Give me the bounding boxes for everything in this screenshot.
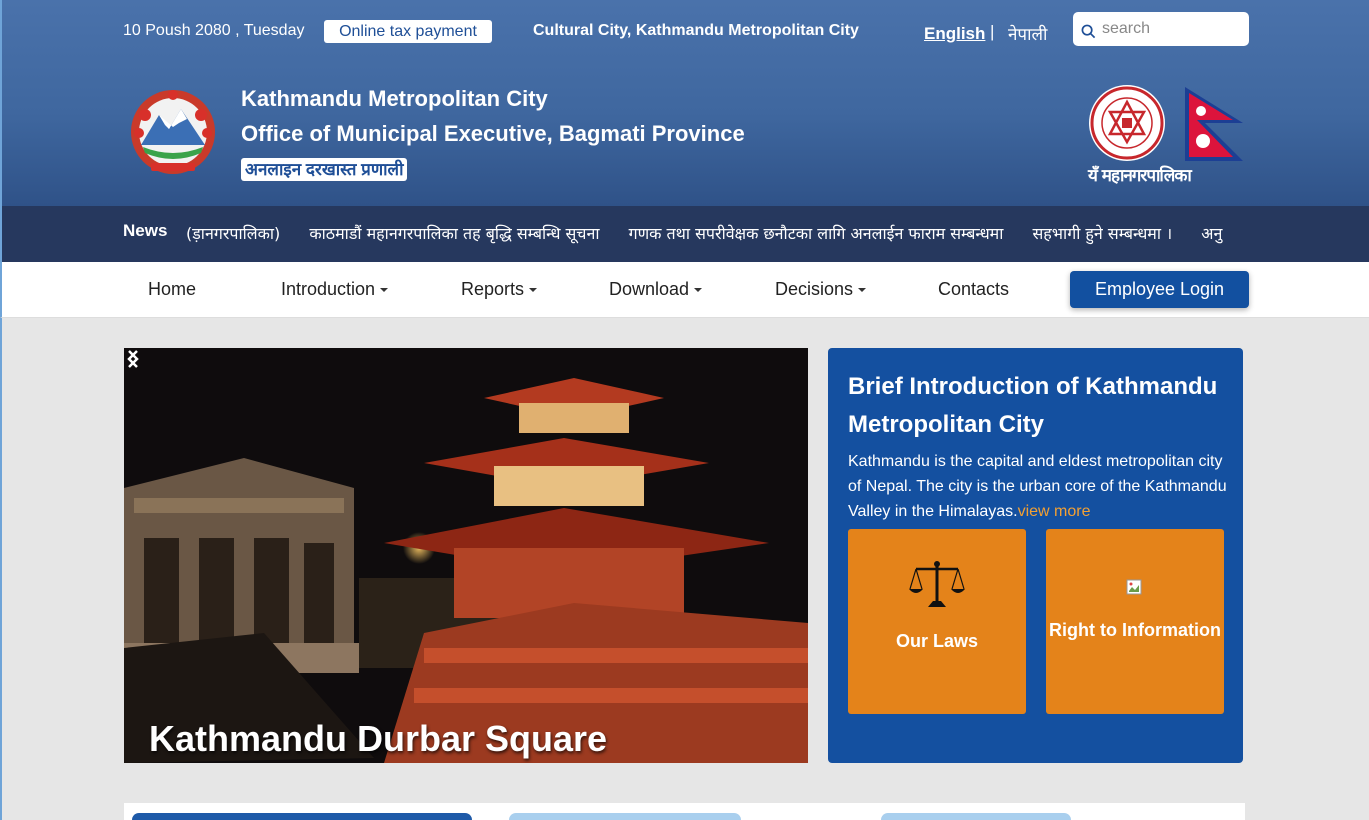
right-to-information-card[interactable]: Right to Information	[1046, 529, 1224, 714]
language-separator: |	[990, 22, 995, 41]
news-item[interactable]: (ड़ानगरपालिका)	[186, 224, 280, 243]
nav-contacts-label: Contacts	[938, 279, 1010, 299]
nav-decisions[interactable]: Decisions	[775, 279, 867, 300]
site-title: Kathmandu Metropolitan City	[241, 86, 548, 111]
intro-text: Kathmandu is the capital and eldest metr…	[848, 449, 1228, 524]
online-application-link[interactable]: अनलाइन दरखास्त प्रणाली	[241, 158, 408, 181]
view-more-link[interactable]: view more	[1018, 503, 1091, 520]
kmc-seal-icon	[1089, 85, 1165, 161]
intro-title: Brief Introduction of Kathmandu Metropol…	[848, 373, 1218, 438]
language-nepali-link[interactable]: नेपाली	[1008, 22, 1047, 45]
caret-down-icon	[694, 288, 703, 293]
intro-panel: Brief Introduction of Kathmandu Metropol…	[828, 348, 1243, 763]
caret-down-icon	[380, 288, 389, 293]
ticker-track: (ड़ानगरपालिका) काठमाडौं महानगरपालिका तह …	[186, 222, 1246, 244]
news-item[interactable]: सहभागी हुने सम्बन्धमा ।	[1032, 224, 1172, 243]
chevron-right-icon[interactable]	[124, 348, 142, 370]
nav-home-label: Home	[148, 279, 197, 299]
culture-tagline: Cultural City, Kathmandu Metropolitan Ci…	[533, 22, 859, 39]
caret-down-icon	[529, 288, 538, 293]
bottom-section	[124, 803, 1245, 820]
site-subtitle: Office of Municipal Executive, Bagmati P…	[241, 121, 745, 146]
nav-home[interactable]: Home	[148, 279, 196, 300]
broken-image-icon	[1126, 579, 1142, 595]
top-bar: 10 Poush 2080 , Tuesday Online tax payme…	[2, 0, 1369, 62]
section-tab[interactable]	[132, 813, 472, 820]
our-laws-label: Our Laws	[895, 631, 979, 651]
image-slider[interactable]: Kathmandu Durbar Square	[124, 348, 808, 763]
nav-download[interactable]: Download	[609, 279, 703, 300]
slide-image	[124, 348, 808, 763]
current-date: 10 Poush 2080 , Tuesday	[123, 22, 305, 39]
site-header: 10 Poush 2080 , Tuesday Online tax payme…	[0, 0, 1369, 206]
kmc-logo-text: यँ महानगरपालिका	[1088, 166, 1192, 186]
right-to-information-label: Right to Information	[1049, 620, 1221, 640]
news-label: News	[123, 221, 168, 240]
nav-introduction[interactable]: Introduction	[281, 279, 389, 300]
news-item[interactable]: अनु	[1201, 224, 1222, 243]
main-nav: Home Introduction Reports Download Decis…	[0, 262, 1369, 318]
our-laws-card[interactable]: Our Laws	[848, 529, 1026, 714]
search-box[interactable]	[1073, 12, 1249, 46]
language-english-link[interactable]: English	[924, 24, 985, 44]
nav-decisions-label: Decisions	[775, 279, 854, 299]
ticker-window: (ड़ानगरपालिका) काठमाडौं महानगरपालिका तह …	[186, 206, 1249, 262]
news-ticker: News (ड़ानगरपालिका) काठमाडौं महानगरपालिक…	[0, 206, 1369, 262]
section-tab[interactable]	[881, 813, 1071, 820]
nav-reports[interactable]: Reports	[461, 279, 538, 300]
nepal-flag-icon	[1185, 87, 1243, 161]
search-icon[interactable]	[1081, 24, 1096, 39]
search-input[interactable]	[1102, 18, 1242, 40]
employee-login-button[interactable]: Employee Login	[1070, 271, 1249, 308]
nav-download-label: Download	[609, 279, 690, 299]
nav-contacts[interactable]: Contacts	[938, 279, 1009, 300]
news-item[interactable]: गणक तथा सपरीवेक्षक छनौटका लागि अनलाईन फा…	[629, 224, 1004, 243]
emblem-icon[interactable]	[123, 87, 223, 177]
section-tab[interactable]	[509, 813, 741, 820]
scale-icon	[909, 561, 965, 607]
online-tax-payment-button[interactable]: Online tax payment	[324, 20, 492, 43]
caret-down-icon	[858, 288, 867, 293]
nav-introduction-label: Introduction	[281, 279, 376, 299]
nav-reports-label: Reports	[461, 279, 525, 299]
news-item[interactable]: काठमाडौं महानगरपालिका तह बृद्धि सम्बन्धि…	[309, 224, 599, 243]
slide-caption: Kathmandu Durbar Square	[149, 718, 608, 759]
